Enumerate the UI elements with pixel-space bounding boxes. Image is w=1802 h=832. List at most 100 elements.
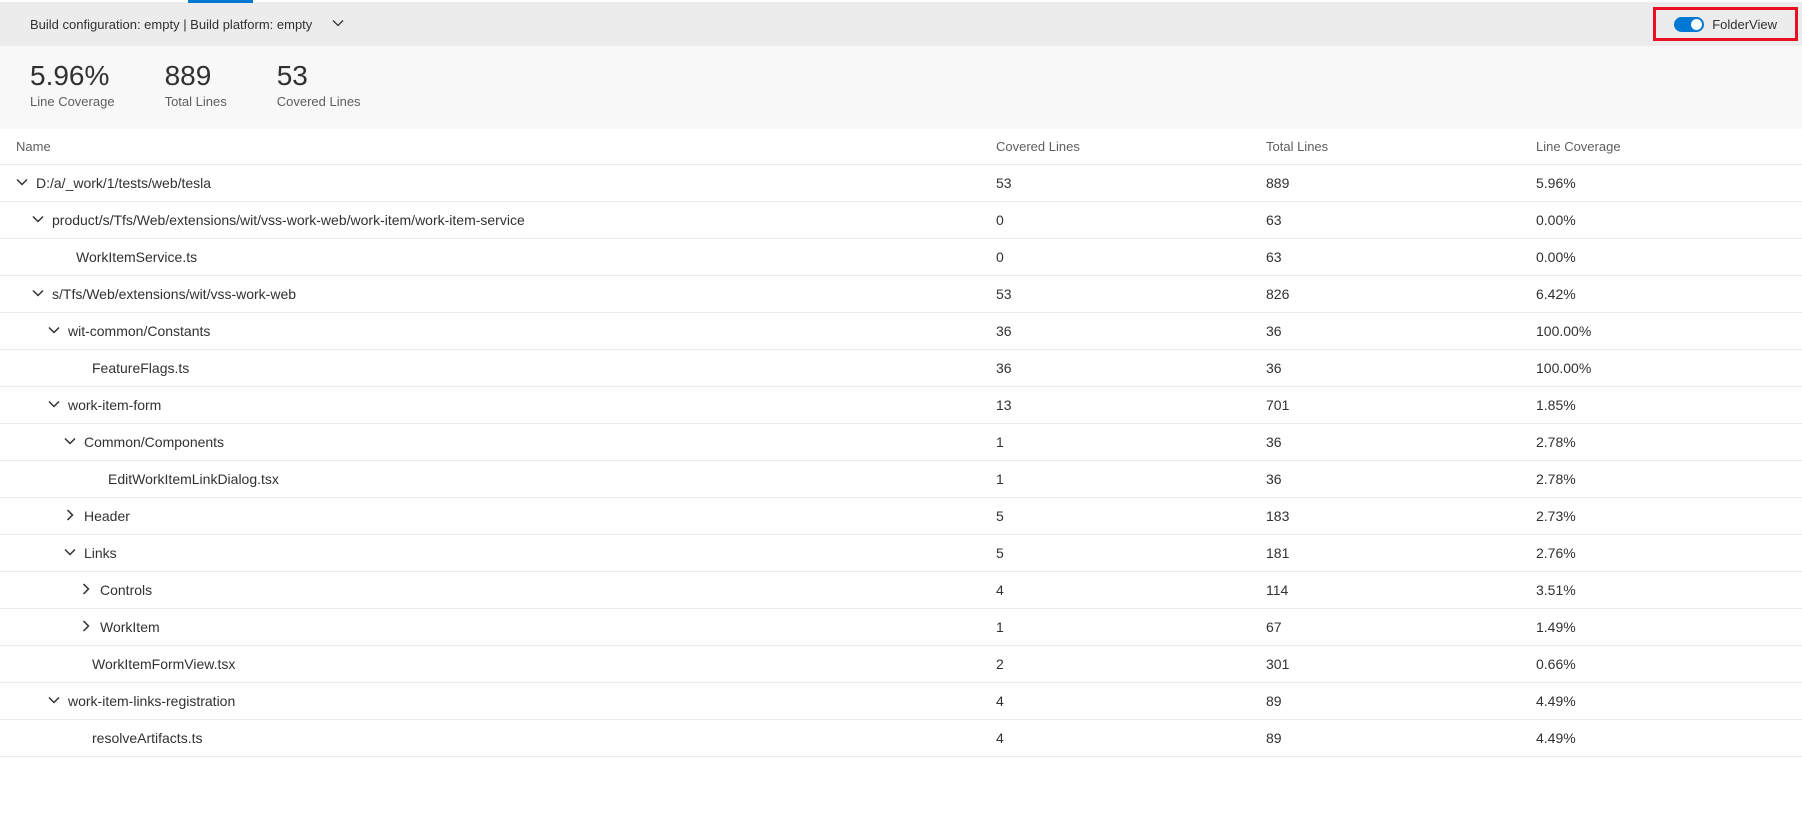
cell-coverage: 100.00% [1536, 323, 1786, 339]
cell-covered: 36 [996, 360, 1266, 376]
row-name: FeatureFlags.ts [92, 360, 189, 376]
cell-coverage: 6.42% [1536, 286, 1786, 302]
cell-coverage: 1.49% [1536, 619, 1786, 635]
cell-covered: 5 [996, 545, 1266, 561]
name-cell: work-item-form [16, 397, 996, 413]
cell-total: 89 [1266, 730, 1536, 746]
folder-view-toggle-container: FolderView [1653, 7, 1798, 41]
cell-covered: 1 [996, 434, 1266, 450]
stat-line-coverage: 5.96% Line Coverage [30, 61, 115, 109]
name-cell: WorkItemService.ts [16, 249, 996, 265]
row-name: EditWorkItemLinkDialog.tsx [108, 471, 279, 487]
table-row[interactable]: work-item-form137011.85% [0, 387, 1802, 424]
name-cell: Header [16, 508, 996, 524]
table-header-row: Name Covered Lines Total Lines Line Cove… [0, 129, 1802, 165]
cell-total: 63 [1266, 212, 1536, 228]
config-text: Build configuration: empty | Build platf… [30, 17, 312, 32]
name-cell: resolveArtifacts.ts [16, 730, 996, 746]
table-row[interactable]: Controls 41143.51% [0, 572, 1802, 609]
table-row[interactable]: work-item-links-registration4894.49% [0, 683, 1802, 720]
chevron-down-icon[interactable] [48, 693, 60, 709]
cell-covered: 4 [996, 693, 1266, 709]
row-name: Header [84, 508, 130, 524]
folder-view-label: FolderView [1712, 17, 1777, 32]
table-row[interactable]: WorkItemFormView.tsx 23010.66% [0, 646, 1802, 683]
cell-coverage: 2.78% [1536, 434, 1786, 450]
chevron-down-icon[interactable] [64, 545, 76, 561]
chevron-right-icon[interactable] [64, 508, 76, 524]
table-row[interactable]: FeatureFlags.ts3636100.00% [0, 350, 1802, 387]
cell-coverage: 100.00% [1536, 360, 1786, 376]
table-row[interactable]: D:/a/_work/1/tests/web/tesla 538895.96% [0, 165, 1802, 202]
chevron-down-icon[interactable] [64, 434, 76, 450]
cell-covered: 2 [996, 656, 1266, 672]
cell-covered: 53 [996, 286, 1266, 302]
cell-covered: 1 [996, 619, 1266, 635]
row-name: WorkItemFormView.tsx [92, 656, 235, 672]
cell-covered: 53 [996, 175, 1266, 191]
cell-covered: 4 [996, 730, 1266, 746]
row-name: work-item-links-registration [68, 693, 235, 709]
chevron-down-icon[interactable] [32, 212, 44, 228]
cell-coverage: 2.73% [1536, 508, 1786, 524]
table-row[interactable]: WorkItemService.ts0630.00% [0, 239, 1802, 276]
table-row[interactable]: EditWorkItemLinkDialog.tsx1362.78% [0, 461, 1802, 498]
cell-covered: 36 [996, 323, 1266, 339]
row-name: wit-common/Constants [68, 323, 210, 339]
cell-coverage: 4.49% [1536, 730, 1786, 746]
cell-total: 36 [1266, 360, 1536, 376]
col-covered[interactable]: Covered Lines [996, 139, 1266, 154]
name-cell: EditWorkItemLinkDialog.tsx [16, 471, 996, 487]
chevron-right-icon[interactable] [80, 619, 92, 635]
col-name[interactable]: Name [16, 139, 996, 154]
name-cell: WorkItem [16, 619, 996, 635]
cell-covered: 4 [996, 582, 1266, 598]
cell-covered: 13 [996, 397, 1266, 413]
chevron-right-icon[interactable] [80, 582, 92, 598]
table-row[interactable]: WorkItem1671.49% [0, 609, 1802, 646]
name-cell: WorkItemFormView.tsx [16, 656, 996, 672]
cell-coverage: 3.51% [1536, 582, 1786, 598]
table-row[interactable]: Header51832.73% [0, 498, 1802, 535]
stat-total-lines: 889 Total Lines [165, 61, 227, 109]
table-row[interactable]: resolveArtifacts.ts4894.49% [0, 720, 1802, 757]
row-name: s/Tfs/Web/extensions/wit/vss-work-web [52, 286, 296, 302]
cell-total: 181 [1266, 545, 1536, 561]
name-cell: s/Tfs/Web/extensions/wit/vss-work-web [16, 286, 996, 302]
name-cell: D:/a/_work/1/tests/web/tesla [16, 175, 996, 191]
folder-view-toggle[interactable] [1674, 17, 1704, 32]
row-name: Common/Components [84, 434, 224, 450]
cell-total: 114 [1266, 582, 1536, 598]
cell-total: 36 [1266, 323, 1536, 339]
name-cell: wit-common/Constants [16, 323, 996, 339]
row-name: D:/a/_work/1/tests/web/tesla [36, 175, 211, 191]
table-row[interactable]: product/s/Tfs/Web/extensions/wit/vss-wor… [0, 202, 1802, 239]
row-name: Controls [100, 582, 152, 598]
cell-coverage: 2.76% [1536, 545, 1786, 561]
active-tab-indicator [188, 0, 253, 3]
cell-total: 301 [1266, 656, 1536, 672]
cell-coverage: 1.85% [1536, 397, 1786, 413]
chevron-down-icon[interactable] [32, 286, 44, 302]
row-name: product/s/Tfs/Web/extensions/wit/vss-wor… [52, 212, 525, 228]
col-coverage[interactable]: Line Coverage [1536, 139, 1786, 154]
chevron-down-icon[interactable] [48, 323, 60, 339]
col-total[interactable]: Total Lines [1266, 139, 1536, 154]
config-dropdown[interactable]: Build configuration: empty | Build platf… [0, 16, 344, 32]
row-name: work-item-form [68, 397, 161, 413]
name-cell: FeatureFlags.ts [16, 360, 996, 376]
table-row[interactable]: Common/Components1362.78% [0, 424, 1802, 461]
cell-total: 826 [1266, 286, 1536, 302]
cell-total: 67 [1266, 619, 1536, 635]
table-row[interactable]: wit-common/Constants3636100.00% [0, 313, 1802, 350]
cell-coverage: 0.66% [1536, 656, 1786, 672]
table-row[interactable]: s/Tfs/Web/extensions/wit/vss-work-web 538… [0, 276, 1802, 313]
cell-coverage: 0.00% [1536, 212, 1786, 228]
chevron-down-icon[interactable] [48, 397, 60, 413]
coverage-table: Name Covered Lines Total Lines Line Cove… [0, 129, 1802, 757]
cell-coverage: 5.96% [1536, 175, 1786, 191]
chevron-down-icon[interactable] [16, 175, 28, 191]
cell-covered: 0 [996, 212, 1266, 228]
table-row[interactable]: Links51812.76% [0, 535, 1802, 572]
cell-total: 889 [1266, 175, 1536, 191]
